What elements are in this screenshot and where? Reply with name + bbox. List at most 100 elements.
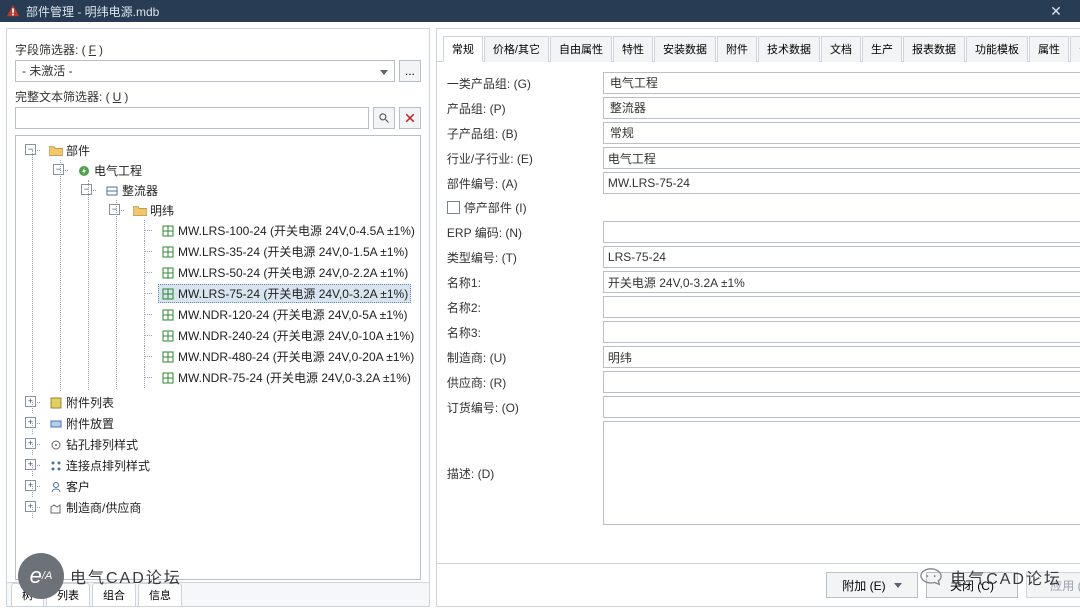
label-industry: 行业/子行业: (E) [447, 148, 603, 169]
detail-tab-11[interactable]: 属性 [1029, 36, 1069, 62]
tree-toggle[interactable]: − [81, 184, 92, 195]
detail-tab-9[interactable]: 报表数据 [903, 36, 965, 62]
tree-toggle[interactable]: − [109, 204, 120, 215]
apply-button[interactable]: 应用 (A) [1026, 572, 1080, 598]
category-icon [49, 460, 63, 472]
detail-tab-12[interactable]: 安全值 [1070, 36, 1080, 62]
tree-leaf[interactable]: MW.NDR-120-24 (开关电源 24V,0-5A ±1%) [158, 305, 411, 324]
label-part_no: 部件编号: (A) [447, 173, 603, 194]
detail-tab-3[interactable]: 特性 [613, 36, 653, 62]
tree-toggle[interactable]: + [25, 417, 36, 428]
tree-node[interactable]: 连接点排列样式 [46, 456, 153, 475]
tree-leaf[interactable]: MW.LRS-50-24 (开关电源 24V,0-2.2A ±1%) [158, 263, 411, 282]
extras-button[interactable]: 附加 (E) [826, 572, 918, 598]
part-icon [161, 351, 175, 363]
electrical-icon [77, 165, 91, 177]
tree-toggle[interactable]: + [25, 501, 36, 512]
label-group1: 一类产品组: (G) [447, 73, 603, 94]
input-mfr[interactable] [603, 346, 1080, 368]
left-bottom-tabs: 树列表组合信息 [7, 582, 429, 606]
left-pane: 字段筛选器: (F) - 未激活 - ... 完整文本筛选器: (U) [6, 28, 430, 607]
detail-tab-0[interactable]: 常规 [443, 36, 483, 62]
label-supplier: 供应商: (R) [447, 372, 603, 393]
tree-toggle[interactable]: + [25, 459, 36, 470]
input-type_no[interactable] [603, 246, 1080, 268]
detail-tab-10[interactable]: 功能模板 [966, 36, 1028, 62]
tree-leaf[interactable]: MW.NDR-240-24 (开关电源 24V,0-10A ±1%) [158, 326, 417, 345]
category-icon [49, 439, 63, 451]
select-group2[interactable]: 整流器 [603, 97, 1080, 119]
titlebar: 部件管理 - 明纬电源.mdb ✕ [0, 0, 1080, 22]
left-tab-0[interactable]: 树 [11, 583, 44, 606]
part-icon [161, 309, 175, 321]
part-icon [161, 372, 175, 384]
checkbox-discontinued[interactable] [447, 201, 460, 214]
tree-node[interactable]: 钻孔排列样式 [46, 435, 141, 454]
part-icon [161, 288, 175, 300]
input-name2[interactable] [603, 296, 1080, 318]
tree-node[interactable]: 制造商/供应商 [46, 498, 144, 517]
label-order_no: 订货编号: (O) [447, 397, 603, 418]
tree-leaf[interactable]: MW.LRS-75-24 (开关电源 24V,0-3.2A ±1%) [158, 284, 411, 303]
label-group2: 产品组: (P) [447, 98, 603, 119]
tree-node-mfr: 明纬 [130, 201, 177, 220]
window-title: 部件管理 - 明纬电源.mdb [26, 3, 159, 20]
full-text-filter-label: 完整文本筛选器: (U) [15, 88, 421, 105]
search-button[interactable] [373, 107, 395, 129]
input-supplier[interactable] [603, 371, 1080, 393]
input-name3[interactable] [603, 321, 1080, 343]
detail-tabs: 常规价格/其它自由属性特性安装数据附件技术数据文档生产报表数据功能模板属性安全值 [437, 29, 1080, 62]
textarea-desc[interactable] [603, 421, 1080, 525]
select-group3[interactable]: 常规 [603, 122, 1080, 144]
input-industry[interactable] [603, 147, 1080, 169]
detail-tab-7[interactable]: 文档 [821, 36, 861, 62]
tree-node-rectifier: 整流器 [102, 181, 161, 200]
tree-node[interactable]: 客户 [46, 477, 93, 496]
part-icon [161, 225, 175, 237]
device-icon [105, 185, 119, 197]
detail-tab-4[interactable]: 安装数据 [654, 36, 716, 62]
category-icon [49, 502, 63, 514]
label-type_no: 类型编号: (T) [447, 247, 603, 268]
tree-toggle[interactable]: − [53, 164, 64, 175]
label-group3: 子产品组: (B) [447, 123, 603, 144]
category-icon [49, 418, 63, 430]
input-part_no[interactable] [603, 172, 1080, 194]
tree-leaf[interactable]: MW.NDR-480-24 (开关电源 24V,0-20A ±1%) [158, 347, 417, 366]
tree-toggle[interactable]: + [25, 480, 36, 491]
folder-icon [133, 205, 147, 217]
left-tab-2[interactable]: 组合 [92, 583, 136, 606]
tree-leaf[interactable]: MW.LRS-100-24 (开关电源 24V,0-4.5A ±1%) [158, 221, 418, 240]
tree-node[interactable]: 附件列表 [46, 393, 117, 412]
window-close-button[interactable]: ✕ [1038, 0, 1074, 22]
part-icon [161, 246, 175, 258]
field-filter-more-button[interactable]: ... [399, 60, 421, 82]
tree-node-root: 部件 [46, 141, 93, 160]
input-erp[interactable] [603, 221, 1080, 243]
select-group1[interactable]: 电气工程 [603, 72, 1080, 94]
tree-toggle[interactable]: − [25, 144, 36, 155]
tree-node[interactable]: 附件放置 [46, 414, 117, 433]
left-tab-1[interactable]: 列表 [46, 583, 90, 606]
part-icon [161, 267, 175, 279]
detail-tab-1[interactable]: 价格/其它 [484, 36, 549, 62]
input-name1[interactable] [603, 271, 1080, 293]
tree-leaf[interactable]: MW.NDR-75-24 (开关电源 24V,0-3.2A ±1%) [158, 368, 414, 387]
detail-tab-5[interactable]: 附件 [717, 36, 757, 62]
tree-toggle[interactable]: + [25, 438, 36, 449]
label-name3: 名称3: [447, 322, 603, 343]
right-pane: 常规价格/其它自由属性特性安装数据附件技术数据文档生产报表数据功能模板属性安全值… [436, 28, 1080, 607]
tree-toggle[interactable]: + [25, 396, 36, 407]
clear-filter-button[interactable] [399, 107, 421, 129]
field-filter-select[interactable]: - 未激活 - [15, 60, 395, 82]
close-button[interactable]: 关闭 (C) [926, 572, 1018, 598]
detail-tab-6[interactable]: 技术数据 [758, 36, 820, 62]
input-order_no[interactable] [603, 396, 1080, 418]
left-tab-3[interactable]: 信息 [138, 583, 182, 606]
label-name1: 名称1: [447, 272, 603, 293]
tree-leaf[interactable]: MW.LRS-35-24 (开关电源 24V,0-1.5A ±1%) [158, 242, 411, 261]
detail-tab-2[interactable]: 自由属性 [550, 36, 612, 62]
part-tree[interactable]: − 部件 − [18, 140, 418, 518]
detail-tab-8[interactable]: 生产 [862, 36, 902, 62]
full-text-filter-input[interactable] [15, 107, 369, 129]
